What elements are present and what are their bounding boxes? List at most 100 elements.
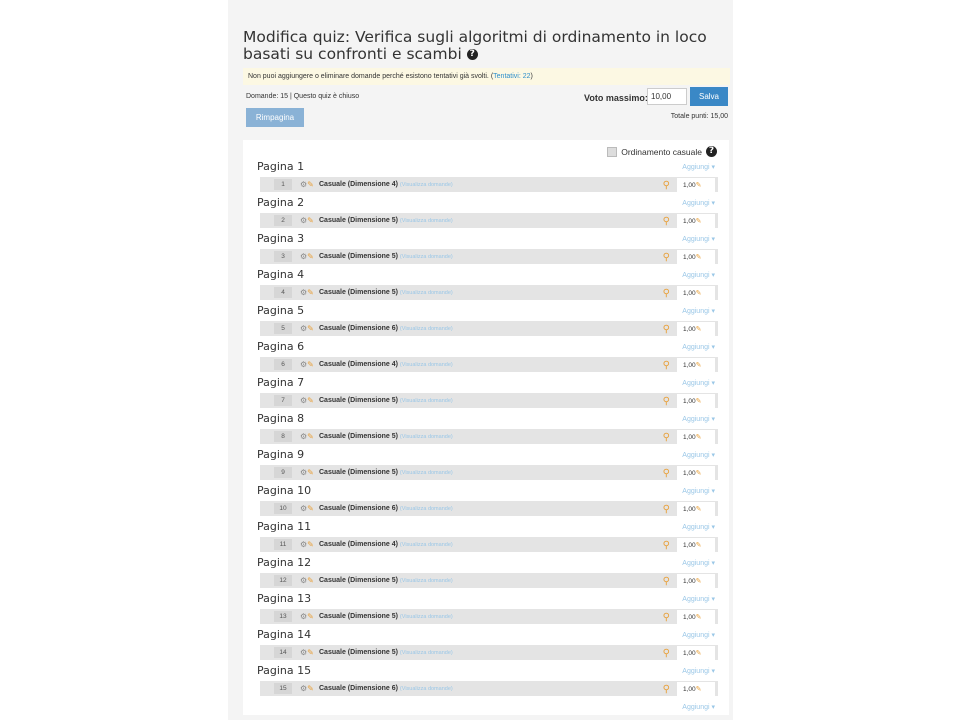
edit-pencil-icon[interactable]: ✎ [307, 252, 314, 261]
question-name-link[interactable]: Casuale (Dimensione 5) (Visualizza doman… [319, 213, 453, 229]
view-questions-link[interactable]: (Visualizza domande) [400, 614, 453, 620]
view-questions-link[interactable]: (Visualizza domande) [400, 686, 453, 692]
mark-box[interactable]: 1,00✎ [677, 574, 715, 589]
mark-box[interactable]: 1,00✎ [677, 538, 715, 553]
view-questions-link[interactable]: (Visualizza domande) [400, 470, 453, 476]
preview-magnifier-icon[interactable]: ⚲ [663, 538, 670, 553]
edit-mark-pencil-icon[interactable]: ✎ [696, 398, 702, 405]
edit-mark-pencil-icon[interactable]: ✎ [696, 650, 702, 657]
edit-pencil-icon[interactable]: ✎ [307, 324, 314, 333]
add-menu[interactable]: Aggiungi ▾ [682, 595, 715, 603]
add-menu[interactable]: Aggiungi ▾ [682, 559, 715, 567]
edit-mark-pencil-icon[interactable]: ✎ [696, 686, 702, 693]
view-questions-link[interactable]: (Visualizza domande) [400, 398, 453, 404]
edit-mark-pencil-icon[interactable]: ✎ [696, 614, 702, 621]
add-menu[interactable]: Aggiungi ▾ [682, 343, 715, 351]
view-questions-link[interactable]: (Visualizza domande) [400, 650, 453, 656]
view-questions-link[interactable]: (Visualizza domande) [400, 542, 453, 548]
preview-magnifier-icon[interactable]: ⚲ [663, 250, 670, 265]
edit-mark-pencil-icon[interactable]: ✎ [696, 290, 702, 297]
edit-mark-pencil-icon[interactable]: ✎ [696, 182, 702, 189]
view-questions-link[interactable]: (Visualizza domande) [400, 182, 453, 188]
edit-mark-pencil-icon[interactable]: ✎ [696, 578, 702, 585]
question-name-link[interactable]: Casuale (Dimensione 5) (Visualizza doman… [319, 393, 453, 409]
question-name-link[interactable]: Casuale (Dimensione 5) (Visualizza doman… [319, 249, 453, 265]
preview-magnifier-icon[interactable]: ⚲ [663, 322, 670, 337]
edit-mark-pencil-icon[interactable]: ✎ [696, 434, 702, 441]
edit-pencil-icon[interactable]: ✎ [307, 648, 314, 657]
edit-mark-pencil-icon[interactable]: ✎ [696, 254, 702, 261]
preview-magnifier-icon[interactable]: ⚲ [663, 214, 670, 229]
preview-magnifier-icon[interactable]: ⚲ [663, 610, 670, 625]
mark-box[interactable]: 1,00✎ [677, 682, 715, 697]
question-name-link[interactable]: Casuale (Dimensione 5) (Visualizza doman… [319, 573, 453, 589]
add-menu[interactable]: Aggiungi ▾ [682, 415, 715, 423]
question-name-link[interactable]: Casuale (Dimensione 5) (Visualizza doman… [319, 465, 453, 481]
mark-box[interactable]: 1,00✎ [677, 214, 715, 229]
add-menu[interactable]: Aggiungi ▾ [682, 235, 715, 243]
mark-box[interactable]: 1,00✎ [677, 250, 715, 265]
preview-magnifier-icon[interactable]: ⚲ [663, 646, 670, 661]
preview-magnifier-icon[interactable]: ⚲ [663, 466, 670, 481]
edit-pencil-icon[interactable]: ✎ [307, 216, 314, 225]
edit-pencil-icon[interactable]: ✎ [307, 468, 314, 477]
preview-magnifier-icon[interactable]: ⚲ [663, 574, 670, 589]
add-menu[interactable]: Aggiungi ▾ [682, 163, 715, 171]
edit-pencil-icon[interactable]: ✎ [307, 288, 314, 297]
question-circle-icon[interactable]: ? [466, 49, 478, 60]
view-questions-link[interactable]: (Visualizza domande) [400, 218, 453, 224]
mark-box[interactable]: 1,00✎ [677, 286, 715, 301]
edit-mark-pencil-icon[interactable]: ✎ [696, 326, 702, 333]
add-menu[interactable]: Aggiungi ▾ [682, 703, 715, 711]
mark-box[interactable]: 1,00✎ [677, 358, 715, 373]
view-questions-link[interactable]: (Visualizza domande) [400, 254, 453, 260]
mark-box[interactable]: 1,00✎ [677, 178, 715, 193]
mark-box[interactable]: 1,00✎ [677, 502, 715, 517]
view-questions-link[interactable]: (Visualizza domande) [400, 506, 453, 512]
mark-box[interactable]: 1,00✎ [677, 394, 715, 409]
add-menu[interactable]: Aggiungi ▾ [682, 307, 715, 315]
view-questions-link[interactable]: (Visualizza domande) [400, 434, 453, 440]
add-menu[interactable]: Aggiungi ▾ [682, 667, 715, 675]
mark-box[interactable]: 1,00✎ [677, 646, 715, 661]
edit-pencil-icon[interactable]: ✎ [307, 432, 314, 441]
question-name-link[interactable]: Casuale (Dimensione 4) (Visualizza doman… [319, 357, 453, 373]
shuffle-option[interactable]: Ordinamento casuale ? [607, 146, 717, 157]
add-menu[interactable]: Aggiungi ▾ [682, 523, 715, 531]
add-menu[interactable]: Aggiungi ▾ [682, 451, 715, 459]
edit-pencil-icon[interactable]: ✎ [307, 576, 314, 585]
question-name-link[interactable]: Casuale (Dimensione 6) (Visualizza doman… [319, 501, 453, 517]
mark-box[interactable]: 1,00✎ [677, 466, 715, 481]
edit-pencil-icon[interactable]: ✎ [307, 360, 314, 369]
mark-box[interactable]: 1,00✎ [677, 610, 715, 625]
question-name-link[interactable]: Casuale (Dimensione 6) (Visualizza doman… [319, 321, 453, 337]
preview-magnifier-icon[interactable]: ⚲ [663, 430, 670, 445]
preview-magnifier-icon[interactable]: ⚲ [663, 358, 670, 373]
edit-mark-pencil-icon[interactable]: ✎ [696, 506, 702, 513]
add-menu[interactable]: Aggiungi ▾ [682, 199, 715, 207]
edit-pencil-icon[interactable]: ✎ [307, 612, 314, 621]
question-circle-icon[interactable]: ? [706, 146, 717, 157]
mark-box[interactable]: 1,00✎ [677, 322, 715, 337]
view-questions-link[interactable]: (Visualizza domande) [400, 290, 453, 296]
view-questions-link[interactable]: (Visualizza domande) [400, 362, 453, 368]
edit-pencil-icon[interactable]: ✎ [307, 684, 314, 693]
edit-mark-pencil-icon[interactable]: ✎ [696, 542, 702, 549]
question-name-link[interactable]: Casuale (Dimensione 5) (Visualizza doman… [319, 285, 453, 301]
edit-mark-pencil-icon[interactable]: ✎ [696, 218, 702, 225]
question-name-link[interactable]: Casuale (Dimensione 6) (Visualizza doman… [319, 681, 453, 697]
question-name-link[interactable]: Casuale (Dimensione 5) (Visualizza doman… [319, 609, 453, 625]
edit-pencil-icon[interactable]: ✎ [307, 540, 314, 549]
edit-mark-pencil-icon[interactable]: ✎ [696, 362, 702, 369]
view-questions-link[interactable]: (Visualizza domande) [400, 578, 453, 584]
max-grade-input[interactable]: 10,00 [647, 88, 687, 105]
edit-pencil-icon[interactable]: ✎ [307, 504, 314, 513]
add-menu[interactable]: Aggiungi ▾ [682, 631, 715, 639]
question-name-link[interactable]: Casuale (Dimensione 4) (Visualizza doman… [319, 537, 453, 553]
repaginate-button[interactable]: Rimpagina [246, 108, 304, 127]
attempts-link[interactable]: Tentativi: 22 [493, 73, 530, 80]
save-button[interactable]: Salva [690, 87, 728, 106]
question-name-link[interactable]: Casuale (Dimensione 5) (Visualizza doman… [319, 429, 453, 445]
view-questions-link[interactable]: (Visualizza domande) [400, 326, 453, 332]
mark-box[interactable]: 1,00✎ [677, 430, 715, 445]
